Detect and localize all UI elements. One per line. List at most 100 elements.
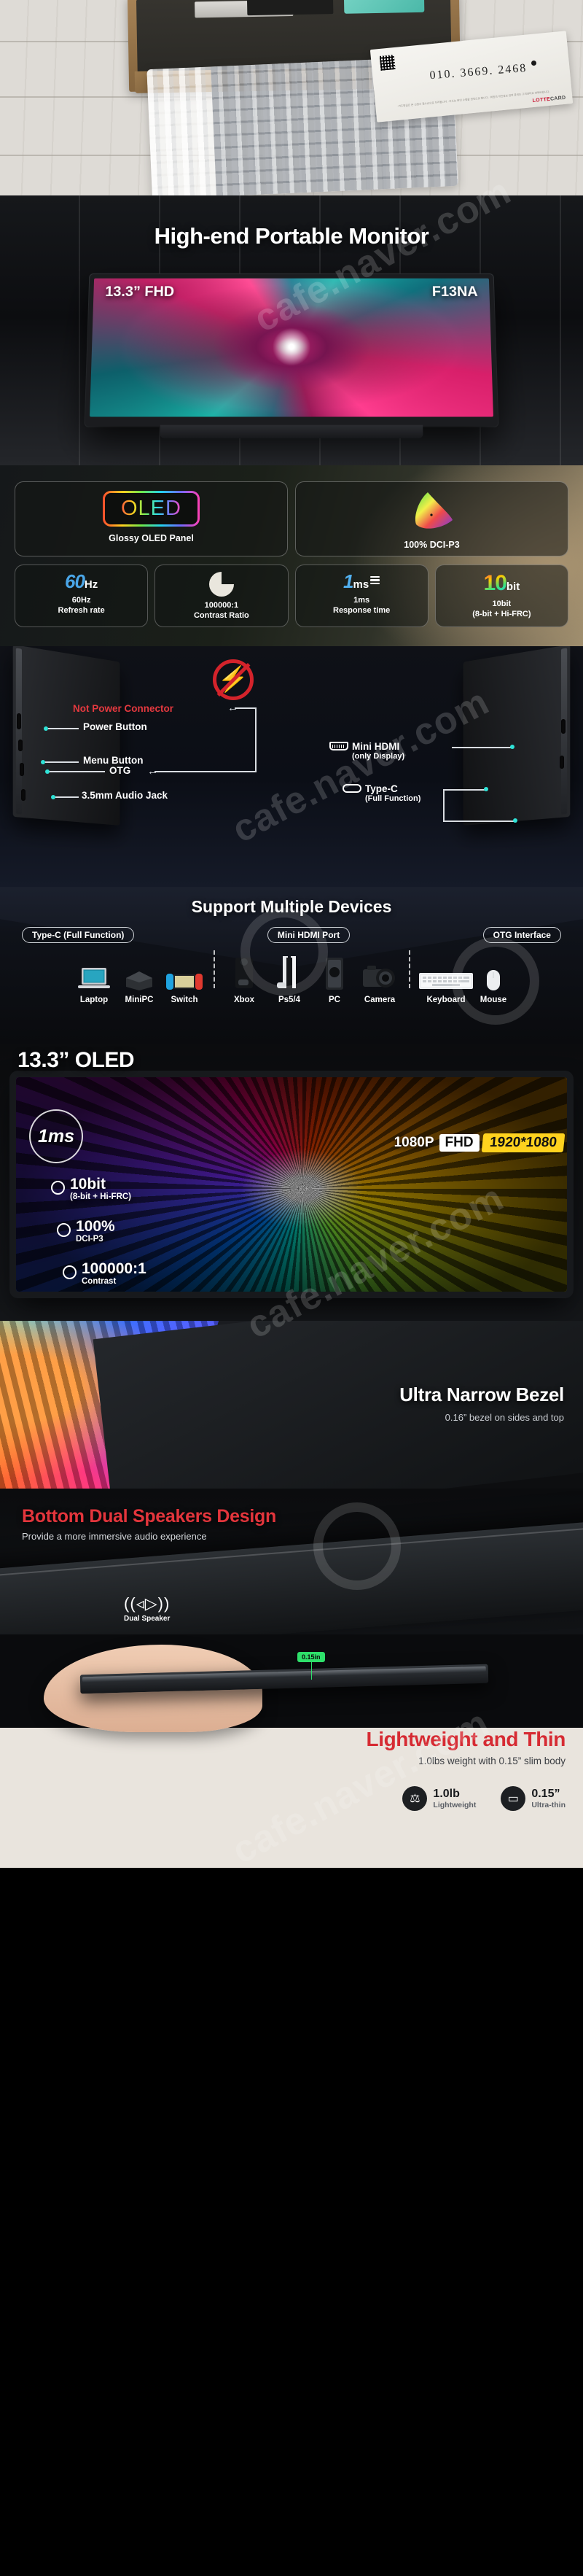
- dual-speakers-section: Bottom Dual Speakers Design Provide a mo…: [0, 1489, 583, 1635]
- spec-caption: 60Hz Refresh rate: [18, 595, 144, 616]
- resolution-badges: 1080P FHD 1920*1080: [389, 1130, 566, 1153]
- speaker-glyph: ((◃▷)): [124, 1594, 171, 1613]
- stat-value: 1.0lb: [433, 1788, 460, 1801]
- ports-diagram-section: ⚡ Not Power Connector ← ← Power Button M…: [0, 646, 583, 888]
- device-label: Keyboard: [426, 996, 466, 1005]
- monitor-stand: [160, 424, 423, 439]
- support-section-title: Support Multiple Devices: [191, 897, 392, 917]
- badge-caption: Glossy OLED Panel: [109, 533, 194, 543]
- lightweight-stats-row: ⚖ 1.0lb Lightweight ▭ 0.15” Ultra-thin: [402, 1786, 566, 1812]
- lightweight-heading: Lightweight and Thin: [366, 1728, 566, 1751]
- port-label-audio-jack: 3.5mm Audio Jack: [82, 790, 168, 802]
- device-laptop: Laptop: [71, 956, 117, 1004]
- bullet-line2: DCI-P3: [76, 1235, 103, 1244]
- logo-right: CARD: [549, 95, 566, 102]
- port-label-otg: OTG: [109, 765, 131, 777]
- device-mouse: Mouse: [475, 956, 512, 1004]
- spec-value: 1: [343, 570, 354, 592]
- handwritten-phone: 010. 3669. 2468: [429, 61, 528, 82]
- thickness-icon: ▭: [501, 1786, 526, 1812]
- badge-oled-panel: OLED Glossy OLED Panel: [15, 481, 288, 556]
- camera-icon: [357, 956, 402, 991]
- desktop-pc-icon: [312, 956, 357, 991]
- bezel-heading: Ultra Narrow Bezel: [399, 1384, 564, 1406]
- spec-unit: ms: [353, 578, 369, 591]
- spec-items-row: 60Hz 60Hz Refresh rate 100000:1 Contrast…: [15, 565, 568, 628]
- port-label-type-c: Type-C (Full Function): [343, 783, 420, 803]
- device-xbox: Xbox: [222, 956, 267, 1004]
- spec-unit: Hz: [84, 578, 98, 591]
- support-devices-section: Support Multiple Devices Type-C (Full Fu…: [0, 887, 583, 1044]
- mini-hdmi-text: Mini HDMI: [352, 741, 400, 753]
- xbox-console-icon: [222, 956, 267, 991]
- device-minipc: MiniPC: [117, 956, 162, 1004]
- type-c-icon: [343, 784, 361, 794]
- mouse-icon: [475, 956, 512, 991]
- screen-size-label: 13.3” FHD: [105, 284, 175, 300]
- resolution-row-1: 1080P FHD: [389, 1134, 480, 1152]
- group-divider: [214, 950, 215, 989]
- oled-bullet-gamut: 100% DCI-P3: [57, 1218, 115, 1244]
- spec-caption: 1ms Response time: [299, 595, 425, 616]
- speakers-subtext: Provide a more immersive audio experienc…: [22, 1531, 207, 1543]
- device-playstation: Ps5/4: [267, 956, 312, 1004]
- product-detail-page: cafe.naver.com cafe.naver.com cafe.naver…: [0, 0, 583, 1869]
- top-badge-row: OLED Glossy OLED Panel 100% DCI-P3: [15, 481, 568, 556]
- spec-caption: 100000:1 Contrast Ratio: [158, 600, 284, 621]
- color-gamut-icon: [409, 491, 455, 533]
- spec-value: 60: [64, 570, 85, 592]
- color-depth-icon: 10bit: [439, 572, 565, 595]
- keyboard-icon: [417, 956, 475, 991]
- device-label: MiniPC: [125, 996, 154, 1005]
- dual-speaker-icon: ((◃▷)) Dual Speaker: [124, 1594, 170, 1623]
- device-pc: PC: [312, 956, 357, 1004]
- model-name-label: F13NA: [431, 284, 478, 300]
- oled-showcase-title: 13.3” OLED: [17, 1048, 135, 1073]
- badge-dci-p3: 100% DCI-P3: [295, 481, 568, 556]
- hero-banner: High-end Portable Monitor 13.3” FHD F13N…: [0, 195, 583, 465]
- bullet-line1: 100000:1: [82, 1260, 146, 1278]
- bullet-line1: 100%: [76, 1218, 115, 1235]
- oled-bullet-colordepth: 10bit (8-bit + Hi-FRC): [50, 1176, 132, 1202]
- spec-caption-line2: (8-bit + Hi-FRC): [472, 609, 531, 618]
- spec-caption-line2: Contrast Ratio: [193, 611, 249, 621]
- mini-hdmi-subtext: (only Display): [352, 752, 405, 761]
- device-label: Switch: [171, 996, 198, 1005]
- spec-caption-line1: 1ms: [353, 596, 370, 605]
- oled-word-text: OLED: [74, 1048, 135, 1073]
- pill-otg: OTG Interface: [482, 927, 561, 944]
- not-power-connector-label: Not Power Connector: [73, 703, 174, 715]
- oled-showcase-section: 13.3” OLED 1ms 10bit (8-bit + Hi-FRC) 10…: [0, 1044, 583, 1322]
- device-label: Mouse: [480, 996, 507, 1005]
- device-switch: Switch: [162, 956, 207, 1004]
- response-time-icon: 1ms: [299, 570, 425, 592]
- bullet-line1: 10bit: [70, 1176, 106, 1193]
- bullet-line2: (8-bit + Hi-FRC): [70, 1192, 132, 1202]
- response-time-badge: 1ms: [29, 1109, 83, 1164]
- narrow-bezel-section: Ultra Narrow Bezel 0.16” bezel on sides …: [0, 1321, 583, 1489]
- spec-caption-line2: Refresh rate: [58, 606, 105, 616]
- device-label: Xbox: [233, 996, 255, 1005]
- type-c-text: Type-C: [365, 783, 398, 795]
- device-label: Laptop: [79, 996, 109, 1005]
- port-label-menu-button: Menu Button: [83, 755, 144, 767]
- refresh-rate-icon: 60Hz: [18, 570, 144, 592]
- unboxing-photo: 010. 3669. 2468 ·카드발급은 본 신청서 접수순으로 처리됩니다…: [0, 0, 583, 200]
- thickness-callout-tag: 0.15in: [297, 1652, 325, 1680]
- device-icons-row: Laptop MiniPC Switch Xbox Ps5/4 PC Camer…: [0, 943, 583, 1004]
- mini-hdmi-icon: [329, 742, 348, 751]
- stat-caption: Lightweight: [433, 1800, 477, 1809]
- switch-console-icon: [162, 956, 207, 991]
- contrast-pie-icon: [208, 572, 234, 597]
- spec-caption-line1: 100000:1: [204, 601, 239, 610]
- motion-lines-icon: [370, 575, 380, 586]
- badge-caption: 100% DCI-P3: [404, 540, 460, 550]
- resolution-fhd: FHD: [439, 1134, 480, 1152]
- monitor-product-image: 13.3” FHD F13NA: [85, 273, 498, 439]
- port-label-mini-hdmi: Mini HDMI (only Display): [329, 741, 404, 761]
- bezel-subtext: 0.16” bezel on sides and top: [445, 1412, 564, 1424]
- oled-wordmark-icon: OLED: [103, 491, 200, 527]
- pill-type-c: Type-C (Full Function): [22, 927, 135, 944]
- bezel-text-block: Ultra Narrow Bezel 0.16” bezel on sides …: [399, 1384, 564, 1423]
- oled-bullet-contrast: 100000:1 Contrast: [63, 1260, 146, 1286]
